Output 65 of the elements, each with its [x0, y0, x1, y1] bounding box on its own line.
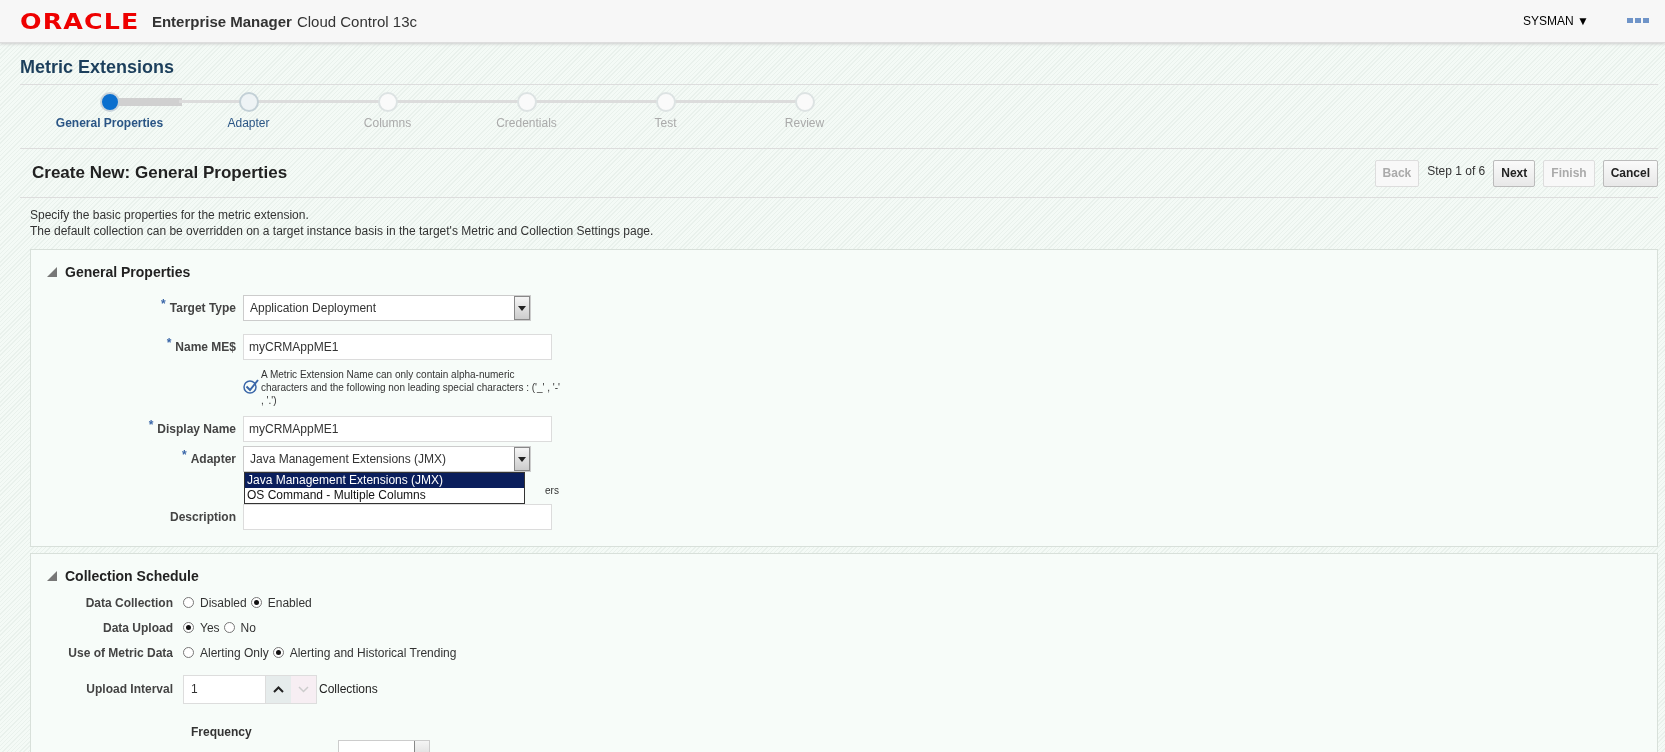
- collapse-icon[interactable]: [47, 267, 57, 277]
- field-label: Name ME$: [175, 340, 236, 354]
- hint-text: A Metric Extension Name can only contain alpha-numeric characters and the following non leading special characters : ('_' , '-' , '.'): [261, 368, 561, 407]
- radio-button[interactable]: [223, 622, 235, 633]
- product-name: Enterprise Manager: [151, 12, 292, 30]
- radio-button[interactable]: [183, 647, 194, 658]
- wizard-button[interactable]: Cancel: [1602, 159, 1658, 187]
- field-label: Description: [170, 510, 236, 524]
- page-title: Metric Extensions: [20, 57, 1658, 85]
- select-field[interactable]: Application Deployment: [243, 295, 531, 321]
- required-mark: *: [182, 448, 187, 462]
- radio-label: Disabled: [200, 595, 247, 610]
- dropdown-button[interactable]: [514, 447, 530, 471]
- step-marker[interactable]: [794, 92, 815, 112]
- field-label: Data Collection: [84, 595, 174, 610]
- required-mark: *: [148, 418, 154, 432]
- instruction-text: The default collection can be overridden on a target instance basis in the target's Metric and Collection Settings page.: [30, 223, 655, 239]
- radio-label: No: [240, 620, 256, 635]
- radio-button[interactable]: [250, 597, 262, 608]
- section-title: General Properties: [65, 264, 191, 280]
- caret-icon: [518, 456, 526, 462]
- caret-icon: [518, 305, 526, 311]
- radio-button[interactable]: [272, 647, 284, 658]
- field-label: Target Type: [169, 301, 236, 315]
- radio-label: Enabled: [267, 595, 312, 610]
- step-marker[interactable]: [99, 92, 120, 112]
- field-label: Adapter: [190, 452, 236, 466]
- step-marker[interactable]: [238, 92, 259, 112]
- product-edition: Cloud Control 13c: [296, 12, 417, 30]
- step-title: Create New: General Properties: [32, 163, 288, 183]
- step-link[interactable]: General Properties: [55, 116, 164, 130]
- radio-button[interactable]: [183, 597, 194, 608]
- step-marker[interactable]: [655, 92, 676, 112]
- input-field[interactable]: [243, 504, 552, 530]
- radio-button[interactable]: [183, 622, 194, 633]
- radio-label: Alerting Only: [200, 645, 269, 660]
- wizard-button[interactable]: Next: [1493, 159, 1536, 187]
- required-mark: *: [161, 297, 166, 311]
- step-link[interactable]: Adapter: [227, 116, 270, 130]
- user-menu[interactable]: SYSMAN ▼: [1523, 14, 1589, 28]
- field-label: Display Name: [157, 422, 236, 436]
- collapse-icon[interactable]: [47, 571, 57, 581]
- step-marker[interactable]: [377, 92, 398, 112]
- instruction-text: Specify the basic properties for the metric extension.: [30, 207, 310, 223]
- input-field[interactable]: myCRMAppME1: [243, 416, 552, 442]
- oracle-logo: ORACLE: [20, 8, 140, 34]
- select-field[interactable]: Java Management Extensions (JMX): [243, 446, 531, 472]
- field-label: Use of Metric Data: [67, 645, 174, 660]
- radio-label: Alerting and Historical Trending: [289, 645, 457, 660]
- dropdown-option[interactable]: Java Management Extensions (JMX): [245, 473, 524, 488]
- dropdown-button[interactable]: [514, 296, 530, 320]
- check-icon: [243, 378, 259, 394]
- hint-text: ers: [545, 485, 559, 496]
- field-label: Upload Interval: [85, 682, 174, 696]
- subsection-title: Frequency: [191, 725, 253, 739]
- required-mark: *: [166, 336, 172, 350]
- field-label: Data Upload: [102, 620, 174, 635]
- radio-label: Yes: [200, 620, 220, 635]
- step-counter: Step 1 of 6: [1427, 164, 1486, 178]
- input-field[interactable]: myCRMAppME1: [243, 334, 552, 360]
- more-icon[interactable]: [1627, 18, 1649, 24]
- step-marker[interactable]: [516, 92, 537, 112]
- section-title: Collection Schedule: [65, 568, 199, 584]
- unit-label: Collections: [319, 682, 378, 696]
- dropdown-option[interactable]: OS Command - Multiple Columns: [245, 488, 524, 503]
